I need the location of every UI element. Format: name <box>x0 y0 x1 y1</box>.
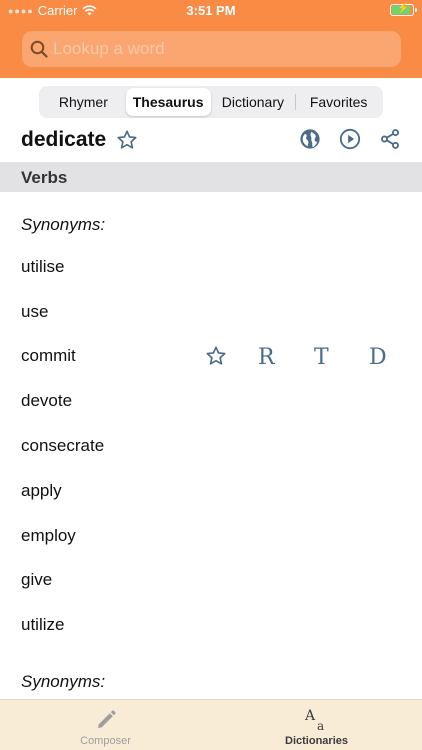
synonyms-label-second: Synonyms: <box>21 672 106 691</box>
status-time: 3:51 PM <box>186 3 236 18</box>
synonyms-label: Synonyms: <box>21 215 106 234</box>
dictionaries-icon: A a <box>304 708 324 732</box>
synonym-item[interactable]: utilise <box>21 257 64 277</box>
section-header-verbs: Verbs <box>0 162 422 192</box>
share-icon[interactable] <box>379 128 401 155</box>
synonym-item[interactable]: employ <box>21 526 76 546</box>
status-bar: ●●●● Carrier 3:51 PM ⚡ <box>0 0 422 22</box>
battery-icon: ⚡ <box>390 3 417 16</box>
thesaurus-action-button[interactable]: T <box>314 345 329 370</box>
segment-dictionary[interactable]: Dictionary <box>211 88 296 116</box>
play-audio-icon[interactable] <box>339 128 361 155</box>
entry-actions <box>299 128 401 155</box>
synonym-item[interactable]: consecrate <box>21 436 104 456</box>
segment-favorites[interactable]: Favorites <box>296 88 381 116</box>
search-placeholder: Lookup a word <box>53 39 165 58</box>
synonym-item[interactable]: utilize <box>21 615 64 635</box>
section-title: Verbs <box>21 168 68 187</box>
segment-rhymer[interactable]: Rhymer <box>41 88 126 116</box>
synonym-item[interactable]: give <box>21 570 52 590</box>
favorite-star-icon[interactable] <box>116 129 138 151</box>
svg-text:A: A <box>304 708 316 724</box>
search-icon <box>30 40 48 58</box>
top-header: ●●●● Carrier 3:51 PM ⚡ Lookup a word <box>0 0 422 78</box>
row-favorite-star-icon[interactable] <box>205 345 227 372</box>
entry-header: dedicate <box>21 124 401 156</box>
bottom-tab-bar: Composer A a Dictionaries <box>0 699 422 750</box>
mode-segmented-control: Rhymer Thesaurus Dictionary Favorites <box>39 86 383 118</box>
tab-composer-label: Composer <box>80 735 131 747</box>
synonym-item[interactable]: apply <box>21 481 62 501</box>
svg-text:a: a <box>317 719 324 732</box>
synonym-item[interactable]: use <box>21 302 48 322</box>
entry-word: dedicate <box>21 128 107 151</box>
tab-composer[interactable]: Composer <box>0 700 211 750</box>
segment-thesaurus[interactable]: Thesaurus <box>125 88 211 116</box>
synonym-item-selected[interactable]: commit <box>21 346 76 366</box>
tab-dictionaries[interactable]: A a Dictionaries <box>211 700 422 750</box>
synonym-item[interactable]: devote <box>21 391 72 411</box>
search-input[interactable]: Lookup a word <box>22 31 401 67</box>
tab-dictionaries-label: Dictionaries <box>285 735 348 747</box>
dictionary-action-button[interactable]: D <box>369 345 387 370</box>
row-action-buttons: R T D <box>205 344 395 370</box>
pencil-icon <box>97 710 116 728</box>
rhymer-action-button[interactable]: R <box>258 345 275 370</box>
globe-icon[interactable] <box>299 128 321 155</box>
